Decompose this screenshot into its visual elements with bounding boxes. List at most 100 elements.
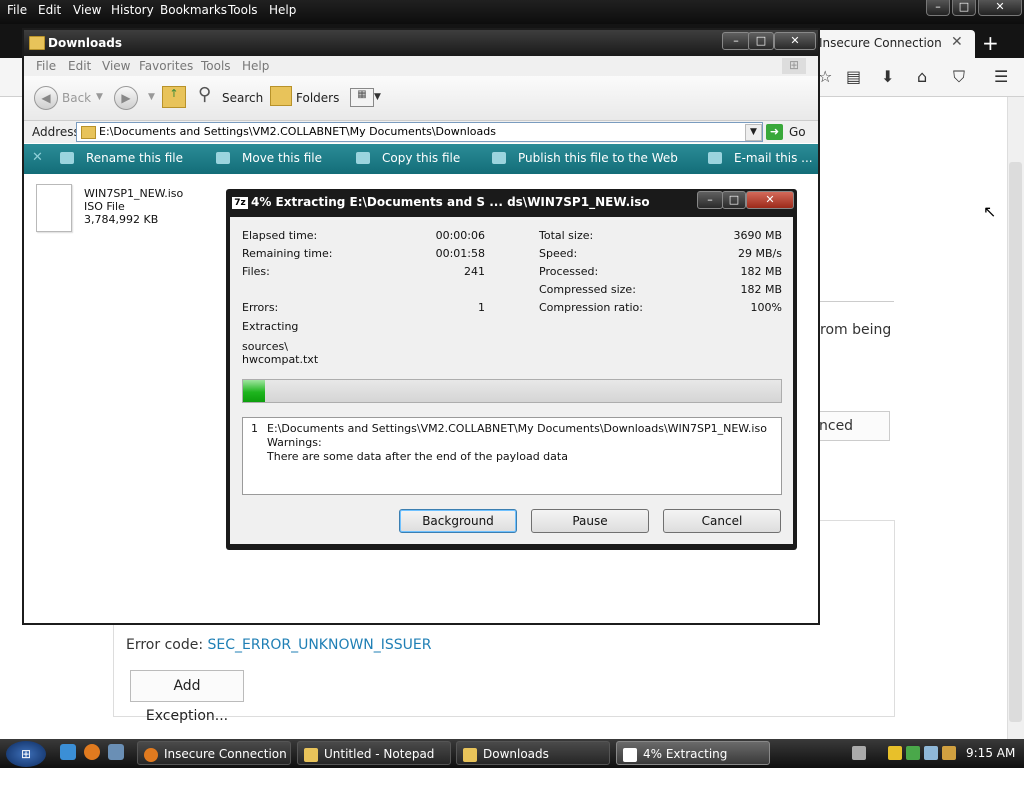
menu-file[interactable]: File <box>7 3 27 17</box>
file-tasks-bar: ✕ Rename this file Move this file Copy t… <box>24 144 818 174</box>
explorer-menu-favorites[interactable]: Favorites <box>139 59 193 73</box>
security-shield-icon[interactable] <box>888 746 902 760</box>
forward-dropdown-icon[interactable]: ▼ <box>148 92 155 102</box>
explorer-maximize-button[interactable]: □ <box>748 32 774 50</box>
tab-label: Insecure Connection <box>819 36 942 50</box>
task-email[interactable]: E-mail this ... <box>734 151 813 165</box>
task-publish[interactable]: Publish this file to the Web <box>518 151 678 165</box>
error-code-link[interactable]: SEC_ERROR_UNKNOWN_ISSUER <box>208 637 432 653</box>
go-arrow-icon[interactable]: ➜ <box>766 124 783 140</box>
display-icon[interactable] <box>924 746 938 760</box>
pause-button[interactable]: Pause <box>531 509 649 533</box>
file-size: 3,784,992 KB <box>84 213 159 226</box>
folder-icon <box>29 36 45 50</box>
start-button[interactable]: ⊞ <box>6 741 46 767</box>
network-icon[interactable] <box>906 746 920 760</box>
show-desktop-icon[interactable] <box>108 744 124 760</box>
taskbar-7zip-button[interactable]: 4% Extracting E:\Doc... <box>616 741 770 785</box>
taskbar-notepad-button[interactable]: Untitled - Notepad <box>297 741 451 765</box>
divider <box>820 301 894 302</box>
menu-view[interactable]: View <box>73 3 101 17</box>
hamburger-menu-icon[interactable]: ☰ <box>994 67 1008 86</box>
cancel-button[interactable]: Cancel <box>663 509 781 533</box>
task-rename[interactable]: Rename this file <box>86 151 183 165</box>
go-button-label[interactable]: Go <box>789 125 806 139</box>
bookmark-star-icon[interactable]: ☆ <box>818 67 832 86</box>
tab-insecure-connection[interactable]: Insecure Connection ✕ <box>815 30 975 58</box>
notepad-icon <box>304 747 318 762</box>
taskbar: ⊞ Insecure Connection -... Untitled - No… <box>0 739 1024 785</box>
taskbar-firefox-button[interactable]: Insecure Connection -... <box>137 741 291 785</box>
pocket-icon[interactable]: ⛉ <box>953 67 965 87</box>
total-size-value: 3690 MB <box>733 229 782 242</box>
speed-value: 29 MB/s <box>738 247 782 260</box>
windows-logo-icon: ⊞ <box>782 58 806 74</box>
7zip-task-icon <box>623 747 637 762</box>
menu-help[interactable]: Help <box>269 3 296 17</box>
explorer-menu-help[interactable]: Help <box>242 59 269 73</box>
ie-icon[interactable] <box>60 744 76 760</box>
explorer-titlebar[interactable]: Downloads – □ ✕ <box>24 30 818 56</box>
folders-icon[interactable] <box>270 86 292 106</box>
menu-edit[interactable]: Edit <box>38 3 61 17</box>
dialog-minimize-button[interactable]: – <box>697 191 723 209</box>
task-copy[interactable]: Copy this file <box>382 151 460 165</box>
forward-arrow-icon[interactable]: ▶ <box>114 86 138 110</box>
back-arrow-icon[interactable]: ◀ <box>34 86 58 110</box>
scrollbar-thumb[interactable] <box>1009 162 1022 722</box>
search-button-label[interactable]: Search <box>222 91 263 105</box>
background-button[interactable]: Background <box>399 509 517 533</box>
move-icon <box>216 152 230 164</box>
iso-file-icon <box>36 184 72 232</box>
remaining-value: 00:01:58 <box>435 247 485 260</box>
folders-button-label[interactable]: Folders <box>296 91 339 105</box>
home-icon[interactable]: ⌂ <box>917 67 927 86</box>
views-icon[interactable]: ▦ <box>350 88 374 107</box>
new-tab-icon[interactable]: + <box>982 31 999 55</box>
tasks-close-icon[interactable]: ✕ <box>32 150 43 165</box>
library-icon[interactable]: ▤ <box>846 67 861 86</box>
explorer-menu-edit[interactable]: Edit <box>68 59 91 73</box>
dialog-title[interactable]: 7z 4% Extracting E:\Documents and S ... d… <box>232 195 650 209</box>
message-log[interactable]: 1 E:\Documents and Settings\VM2.COLLABNE… <box>242 417 782 495</box>
clock[interactable]: 9:15 AM <box>966 746 1015 760</box>
menu-history[interactable]: History <box>111 3 154 17</box>
taskbar-downloads-button[interactable]: Downloads <box>456 741 610 765</box>
advanced-button[interactable]: nced <box>818 411 890 441</box>
menu-bookmarks[interactable]: Bookmarks <box>160 3 227 17</box>
warning-text-fragment: rom being <box>820 322 892 338</box>
files-label: Files: <box>242 265 270 278</box>
error-code: Error code: SEC_ERROR_UNKNOWN_ISSUER <box>126 637 432 653</box>
compression-ratio-value: 100% <box>750 301 782 314</box>
download-icon[interactable]: ⬇ <box>881 67 894 86</box>
task-move[interactable]: Move this file <box>242 151 322 165</box>
explorer-close-button[interactable]: ✕ <box>774 32 816 50</box>
dialog-close-button[interactable]: ✕ <box>746 191 794 209</box>
explorer-menu-file[interactable]: File <box>36 59 56 73</box>
explorer-menu-view[interactable]: View <box>102 59 130 73</box>
search-icon[interactable]: ⚲ <box>198 84 211 105</box>
explorer-minimize-button[interactable]: – <box>722 32 750 50</box>
ff-minimize-button[interactable]: – <box>926 0 950 16</box>
firefox-icon[interactable] <box>84 744 100 760</box>
ff-close-button[interactable]: ✕ <box>978 0 1022 16</box>
menu-tools[interactable]: Tools <box>228 3 258 17</box>
ff-maximize-button[interactable]: □ <box>952 0 976 16</box>
dialog-title-text: 4% Extracting E:\Documents and S ... ds\… <box>251 195 650 209</box>
processed-label: Processed: <box>539 265 599 278</box>
up-folder-icon[interactable]: ↑ <box>162 86 186 108</box>
explorer-menu-tools[interactable]: Tools <box>201 59 231 73</box>
add-exception-button[interactable]: Add Exception... <box>130 670 244 724</box>
address-input[interactable]: E:\Documents and Settings\VM2.COLLABNET\… <box>76 122 763 142</box>
elapsed-label: Elapsed time: <box>242 229 318 242</box>
search-tray-icon[interactable] <box>942 746 956 760</box>
dialog-maximize-button[interactable]: □ <box>722 191 746 209</box>
keyboard-icon[interactable] <box>852 746 866 760</box>
back-button-label[interactable]: Back <box>62 91 91 105</box>
back-dropdown-icon[interactable]: ▼ <box>96 92 103 102</box>
tab-close-icon[interactable]: ✕ <box>951 34 963 50</box>
address-dropdown-icon[interactable]: ▼ <box>745 124 762 141</box>
file-item[interactable]: WIN7SP1_NEW.iso ISO File 3,784,992 KB <box>36 184 183 232</box>
views-dropdown-icon[interactable]: ▼ <box>374 92 381 102</box>
taskbar-firefox-label: Insecure Connection -... <box>138 747 287 785</box>
